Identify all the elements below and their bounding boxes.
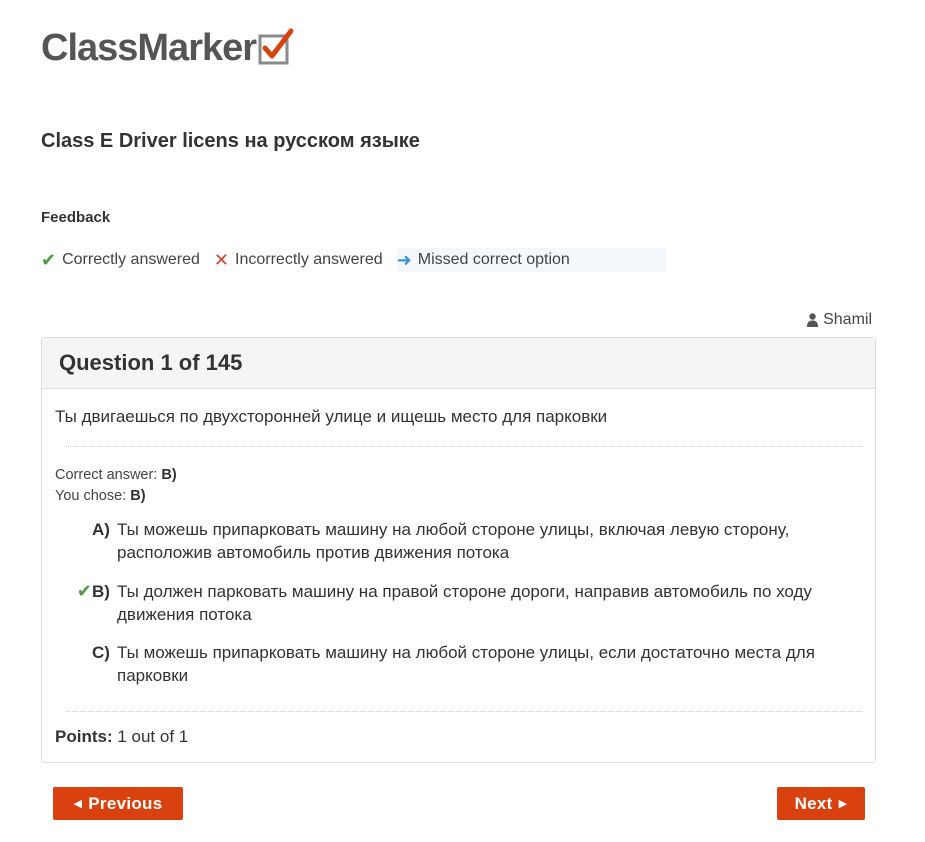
option-a: A) Ты можешь припарковать машину на любо… bbox=[42, 518, 877, 564]
previous-label: Previous bbox=[88, 793, 163, 813]
question-header: Question 1 of 145 bbox=[42, 338, 875, 389]
check-icon: ✔ bbox=[76, 581, 92, 601]
previous-button[interactable]: ◀ Previous bbox=[53, 787, 183, 820]
option-a-mark bbox=[42, 518, 92, 564]
next-label: Next bbox=[794, 793, 833, 813]
option-text: Ты можешь припарковать машину на любой с… bbox=[117, 520, 790, 562]
caret-left-icon: ◀ bbox=[73, 798, 83, 810]
logo-text: ClassMarker bbox=[41, 27, 257, 69]
option-text: Ты должен парковать машину на правой сто… bbox=[117, 582, 812, 624]
divider bbox=[66, 711, 863, 712]
answer-info: Correct answer: B) You chose: B) bbox=[55, 465, 177, 507]
user-icon bbox=[807, 313, 819, 327]
user-name: Shamil bbox=[823, 311, 872, 328]
question-panel: Question 1 of 145 Ты двигаешься по двухс… bbox=[41, 337, 876, 763]
points-label: Points: bbox=[55, 727, 113, 746]
check-icon: ✔ bbox=[41, 250, 57, 270]
legend-correct-label: Correctly answered bbox=[62, 251, 200, 268]
you-chose-label: You chose: bbox=[55, 488, 127, 504]
feedback-legend: ✔ Correctly answered ✕ Incorrectly answe… bbox=[41, 248, 666, 272]
correct-answer-value: B) bbox=[161, 467, 177, 483]
quiz-title: Class E Driver licens на русском языке bbox=[41, 130, 420, 152]
legend-missed-label: Missed correct option bbox=[417, 251, 570, 268]
option-text: Ты можешь припарковать машину на любой с… bbox=[117, 643, 815, 685]
option-c-mark bbox=[42, 641, 92, 687]
classmarker-logo: ClassMarker bbox=[41, 26, 294, 70]
option-b: ✔ B) Ты должен парковать машину на право… bbox=[42, 580, 877, 626]
points-value: 1 out of 1 bbox=[117, 727, 189, 746]
question-text: Ты двигаешься по двухсторонней улице и и… bbox=[55, 407, 608, 426]
option-c: C) Ты можешь припарковать машину на любо… bbox=[42, 641, 877, 687]
points: Points: 1 out of 1 bbox=[55, 727, 188, 747]
you-chose-value: B) bbox=[130, 488, 146, 504]
arrow-right-icon: ➜ bbox=[396, 250, 412, 270]
user-info: Shamil bbox=[807, 311, 872, 329]
correct-answer-line: Correct answer: B) bbox=[55, 465, 177, 486]
legend-missed: ➜ Missed correct option bbox=[396, 248, 666, 272]
option-letter: B) bbox=[92, 582, 110, 601]
divider bbox=[66, 446, 863, 447]
you-chose-line: You chose: B) bbox=[55, 486, 177, 507]
feedback-heading: Feedback bbox=[41, 209, 111, 226]
legend-correct: ✔ Correctly answered bbox=[41, 248, 200, 272]
caret-right-icon: ▶ bbox=[838, 798, 848, 810]
checkbox-check-icon bbox=[258, 28, 294, 65]
legend-incorrect: ✕ Incorrectly answered bbox=[214, 248, 383, 272]
x-icon: ✕ bbox=[213, 250, 230, 270]
correct-answer-label: Correct answer: bbox=[55, 467, 158, 483]
next-button[interactable]: Next ▶ bbox=[777, 787, 865, 820]
question-heading: Question 1 of 145 bbox=[59, 350, 243, 375]
legend-incorrect-label: Incorrectly answered bbox=[235, 251, 383, 268]
option-letter: C) bbox=[92, 643, 110, 662]
option-letter: A) bbox=[92, 520, 110, 539]
